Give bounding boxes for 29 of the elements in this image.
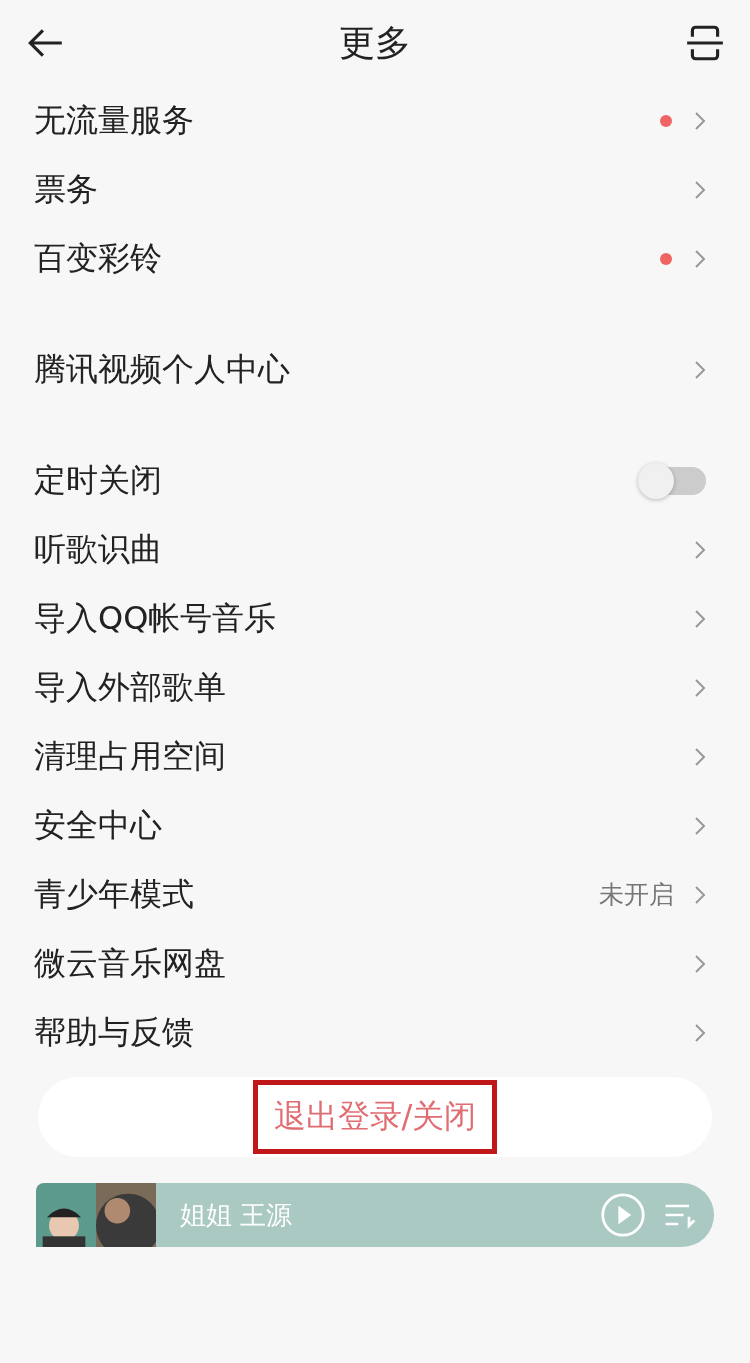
menu-item-label[interactable]: 帮助与反馈: [34, 1010, 694, 1055]
menu-item-label[interactable]: 导入QQ帐号音乐: [34, 596, 694, 641]
play-icon[interactable]: [600, 1192, 646, 1238]
chevron-icon: [694, 677, 706, 698]
status-text: 未开启: [599, 879, 674, 911]
chevron-icon: [694, 608, 706, 629]
menu-item-label[interactable]: 听歌识曲: [34, 527, 694, 572]
chevron-icon: [694, 359, 706, 380]
menu-item-label[interactable]: 安全中心: [34, 803, 694, 848]
chevron-icon: [694, 248, 706, 269]
menu-item-label[interactable]: 百变彩铃: [34, 236, 660, 281]
chevron-icon: [694, 953, 706, 974]
menu-item-label[interactable]: 票务: [34, 167, 694, 212]
song-title: 姐姐 王源: [180, 1198, 294, 1232]
chevron-icon: [694, 179, 706, 200]
menu-item-label[interactable]: 清理占用空间: [34, 734, 694, 779]
chevron-icon: [694, 746, 706, 767]
menu-item-label[interactable]: 青少年模式: [34, 872, 599, 917]
page-title: 更多: [339, 20, 411, 65]
menu-item-label[interactable]: 无流量服务: [34, 98, 660, 143]
chevron-icon: [694, 884, 706, 905]
menu-item-label[interactable]: 定时关闭: [34, 458, 640, 503]
chevron-icon: [694, 815, 706, 836]
chevron-icon: [694, 539, 706, 560]
menu-item-label[interactable]: 腾讯视频个人中心: [34, 347, 694, 392]
chevron-icon: [694, 1022, 706, 1043]
menu-item-label[interactable]: 微云音乐网盘: [34, 941, 694, 986]
chevron-icon: [694, 110, 706, 131]
menu-item-label[interactable]: 导入外部歌单: [34, 665, 694, 710]
